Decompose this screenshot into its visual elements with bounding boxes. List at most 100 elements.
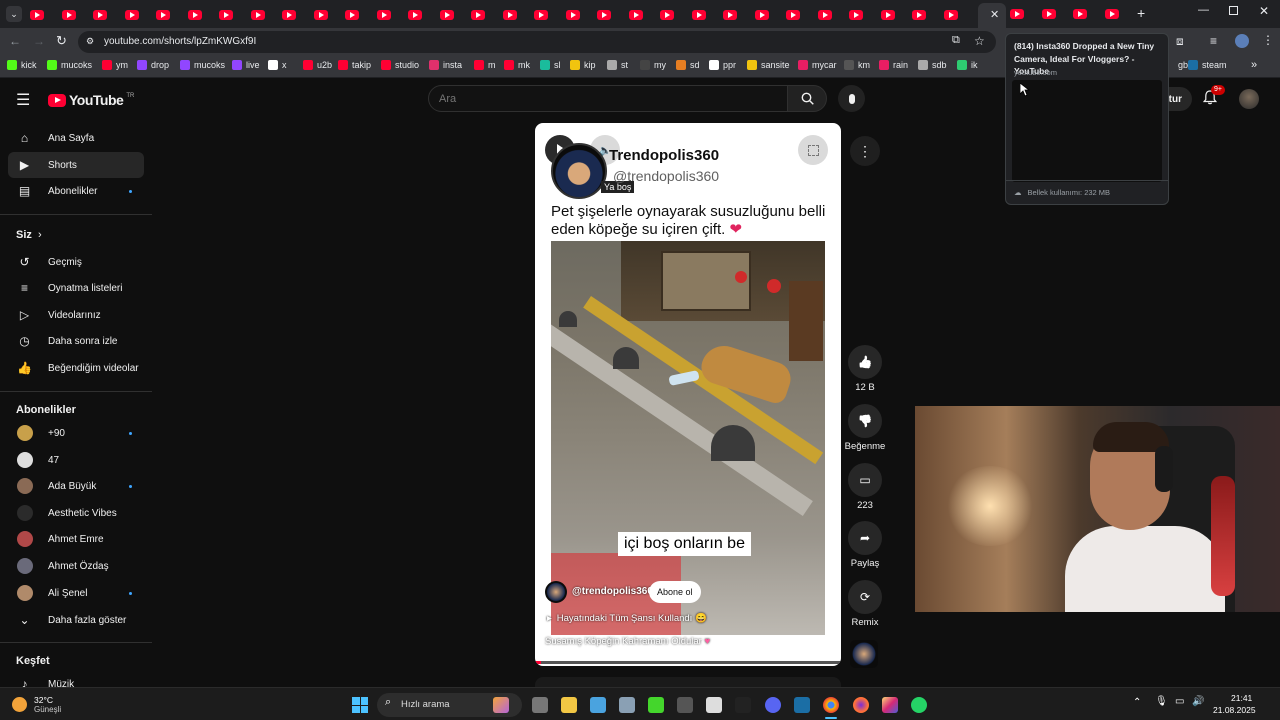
browser-tab[interactable] — [723, 9, 755, 21]
recording-app-icon[interactable] — [677, 697, 693, 713]
browser-tab[interactable] — [471, 9, 503, 21]
sidebar-item[interactable]: ≡ Oynatma listeleri — [8, 275, 144, 301]
file-explorer-icon[interactable] — [561, 697, 577, 713]
browser-tab[interactable] — [660, 9, 692, 21]
bookmark-item[interactable]: kick — [7, 60, 37, 70]
bookmark-item[interactable]: x — [268, 60, 287, 70]
bookmark-item[interactable]: u2b — [303, 60, 332, 70]
back-icon[interactable]: ← — [9, 34, 21, 48]
browser-tab[interactable] — [282, 9, 314, 21]
show-more-button[interactable]: ⌄ Daha fazla göster — [8, 607, 144, 633]
copilot-icon[interactable] — [493, 697, 509, 713]
browser-tab[interactable] — [912, 9, 944, 21]
bookmark-item[interactable]: gb — [1178, 60, 1188, 70]
fullscreen-button[interactable] — [798, 135, 828, 165]
bookmark-item[interactable]: sl — [540, 60, 561, 70]
sidebar-item[interactable]: +90 — [8, 420, 144, 446]
extensions-icon[interactable]: ⧈ — [1176, 34, 1184, 49]
steam-icon[interactable] — [794, 697, 810, 713]
browser-tab[interactable] — [597, 9, 629, 21]
shorts-player[interactable]: 🔈 Ya boş Trendopolis360 @trendopolis360 … — [535, 123, 841, 666]
browser-tab[interactable] — [502, 9, 535, 21]
like-button[interactable]: 👍 — [848, 345, 882, 379]
notifications-button[interactable]: 9+ — [1202, 85, 1225, 106]
tray-network-icon[interactable]: ▭ — [1175, 696, 1184, 707]
dislike-button[interactable]: 👎 — [848, 404, 882, 438]
tray-date[interactable]: 21.08.2025 — [1213, 705, 1256, 715]
sidebar-item[interactable]: ▤ Abonelikler — [8, 178, 144, 204]
search-box[interactable] — [428, 85, 788, 112]
browser-tab[interactable] — [565, 9, 598, 21]
browser-tab[interactable] — [786, 9, 818, 21]
tab-search-button[interactable]: ⌄ — [6, 6, 22, 22]
bookmark-item[interactable]: mycar — [798, 60, 837, 70]
bookmark-item[interactable]: mucoks — [47, 60, 92, 70]
more-bookmarks-icon[interactable]: » — [1251, 59, 1257, 71]
tray-mic-icon[interactable]: 🎙 — [1155, 696, 1168, 707]
url-text[interactable]: youtube.com/shorts/lpZmKWGxf9I — [104, 36, 256, 47]
browser-tab[interactable] — [691, 9, 724, 21]
bookmark-item[interactable]: steam — [1188, 60, 1227, 70]
remix-button[interactable]: ⟳ — [848, 580, 882, 614]
browser-tab[interactable] — [187, 9, 220, 21]
browser-tab[interactable] — [345, 9, 377, 21]
browser-tab[interactable] — [313, 9, 346, 21]
cast-icon[interactable]: ⧉ — [952, 34, 960, 47]
more-options-button[interactable]: ⋮ — [850, 136, 880, 166]
browser-tab[interactable] — [754, 9, 787, 21]
address-bar[interactable]: ⚙ youtube.com/shorts/lpZmKWGxf9I ⧉ ☆ — [78, 31, 996, 53]
browser-tab[interactable] — [880, 9, 913, 21]
browser-tab[interactable] — [943, 9, 976, 21]
bookmark-item[interactable]: live — [232, 60, 260, 70]
bookmark-item[interactable]: my — [640, 60, 666, 70]
media-icon[interactable]: ≡ — [1210, 34, 1217, 48]
section-title-you[interactable]: Siz — [16, 229, 32, 241]
bookmark-item[interactable]: st — [607, 60, 628, 70]
sidebar-item[interactable]: Ali Şenel — [8, 580, 144, 606]
browser-tab[interactable] — [250, 9, 283, 21]
bookmark-item[interactable]: sd — [676, 60, 700, 70]
browser-tab[interactable] — [1041, 9, 1074, 19]
channel-badge-avatar[interactable]: Ya boş — [551, 143, 635, 199]
sidebar-item[interactable]: Ahmet Emre — [8, 526, 144, 552]
youtube-logo[interactable]: YouTube TR — [48, 92, 134, 108]
browser-tab[interactable] — [1104, 9, 1137, 19]
instagram-icon[interactable] — [882, 697, 898, 713]
bookmark-star-icon[interactable]: ☆ — [974, 34, 985, 48]
whatsapp-icon[interactable] — [911, 697, 927, 713]
sidebar-item[interactable]: ⌂ Ana Sayfa — [8, 125, 144, 151]
sidebar-item[interactable]: 47 — [8, 447, 144, 473]
browser-tab[interactable] — [817, 9, 850, 21]
sidebar-item[interactable]: ◷ Daha sonra izle — [8, 328, 144, 354]
capcut-icon[interactable] — [735, 697, 751, 713]
channel-handle[interactable]: @trendopolis360 — [613, 168, 719, 184]
browser-tab[interactable] — [534, 9, 566, 21]
short-title-row[interactable]: Susamış Köpeğin Kahramanı Oldular ♥ — [545, 636, 710, 647]
bookmark-item[interactable]: m — [474, 60, 496, 70]
music-row[interactable]: ▸ Hayatındaki Tüm Şansı Kullandı 😄 — [547, 613, 707, 624]
browser-tab[interactable] — [219, 9, 251, 21]
sidebar-item[interactable]: Ada Büyük — [8, 473, 144, 499]
reload-icon[interactable]: ↻ — [56, 33, 67, 49]
site-info-icon[interactable]: ⚙ — [86, 36, 94, 47]
browser-tab[interactable] — [439, 9, 472, 21]
close-window-button[interactable]: ✕ — [1259, 4, 1269, 18]
active-tab[interactable]: ✕ — [978, 3, 1006, 28]
bookmark-item[interactable]: rain — [879, 60, 908, 70]
maximize-button[interactable] — [1229, 6, 1238, 15]
overlay-channel-avatar[interactable] — [545, 581, 567, 603]
video-frame[interactable] — [551, 241, 825, 635]
browser-tab[interactable] — [156, 9, 188, 21]
forward-icon[interactable]: → — [33, 34, 45, 48]
new-tab-button[interactable]: + — [1137, 5, 1145, 21]
browser-tab[interactable] — [61, 9, 94, 21]
share-button[interactable]: ➦ — [848, 521, 882, 555]
browser-menu-icon[interactable]: ⋮ — [1262, 33, 1274, 47]
browser-tab[interactable] — [30, 9, 62, 21]
bookmark-item[interactable]: mucoks — [180, 60, 225, 70]
browser-tab[interactable] — [93, 9, 125, 21]
bookmark-item[interactable]: ym — [102, 60, 128, 70]
sound-thumbnail[interactable] — [850, 640, 878, 668]
tray-volume-icon[interactable]: 🔊 — [1192, 696, 1204, 707]
bookmark-item[interactable]: km — [844, 60, 870, 70]
